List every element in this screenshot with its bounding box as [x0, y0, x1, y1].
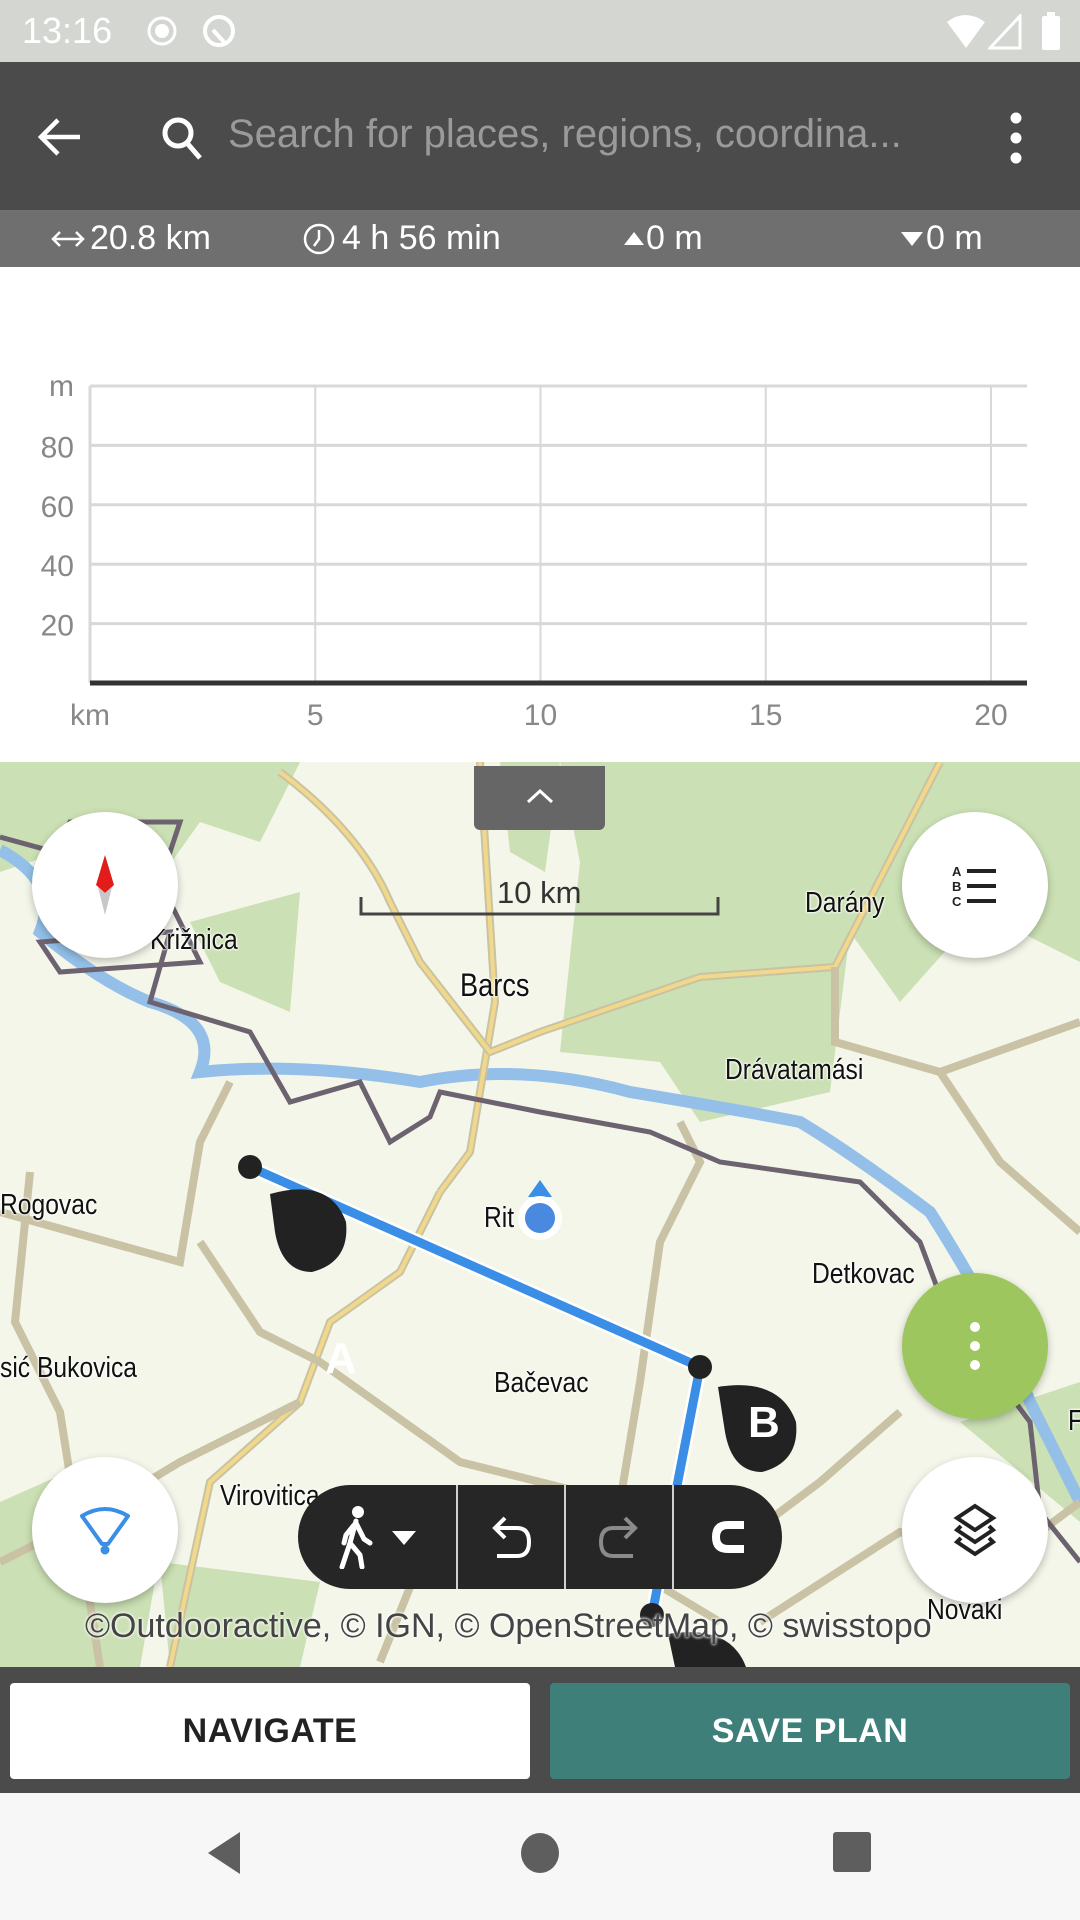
chevron-up-icon [526, 788, 554, 804]
horizontal-arrows-icon [51, 230, 85, 247]
search-input[interactable]: Search for places, regions, coordina... [228, 112, 902, 157]
ascent-value: 0 m [646, 219, 703, 257]
routing-mode-selector[interactable] [298, 1485, 458, 1589]
x-tick-label: 5 [307, 699, 324, 732]
distance-value: 20.8 km [90, 219, 211, 257]
x-axis-unit: km [70, 699, 110, 732]
route-point-b[interactable] [688, 1355, 712, 1379]
nav-recents-icon[interactable] [830, 1829, 874, 1875]
my-location-button[interactable] [32, 1457, 178, 1603]
expand-chart-handle[interactable] [474, 766, 605, 830]
place-label: Drávatamási [725, 1054, 864, 1086]
dropdown-triangle-icon [392, 1531, 416, 1545]
map-layers-button[interactable] [902, 1457, 1048, 1603]
compass-icon [96, 855, 114, 915]
system-nav-bar [0, 1793, 1080, 1920]
q-logo-icon [203, 15, 235, 47]
navigate-button[interactable]: NAVIGATE [10, 1683, 530, 1779]
cell-signal-icon [988, 14, 1022, 50]
place-label: Rogovac [0, 1189, 98, 1221]
descent-triangle-icon [901, 231, 923, 246]
compass-button[interactable] [32, 812, 178, 958]
clock-icon [303, 223, 335, 254]
current-location-dot[interactable] [525, 1203, 555, 1233]
route-stats-bar: 20.8 km 4 h 56 min 0 m 0 m [0, 210, 1080, 267]
svg-text:A: A [952, 864, 962, 879]
search-icon [162, 117, 202, 160]
record-icon [147, 16, 177, 46]
walk-mode-icon [339, 1506, 373, 1569]
place-label: Bačevac [494, 1367, 589, 1399]
descent-value: 0 m [926, 219, 983, 257]
y-axis-unit: m [49, 370, 74, 403]
route-edit-toolbar [298, 1485, 782, 1589]
route-point-a[interactable] [238, 1155, 262, 1179]
undo-button[interactable] [458, 1485, 566, 1589]
battery-icon [1042, 12, 1060, 50]
duration-stat: 4 h 56 min [302, 219, 501, 258]
y-tick-label: 60 [41, 491, 74, 524]
place-label: Rit [484, 1202, 515, 1234]
abc-list-icon: A B C [952, 864, 996, 908]
y-tick-label: 40 [41, 550, 74, 583]
more-options-fab[interactable] [902, 1273, 1048, 1419]
place-label: Barcs [460, 967, 530, 1003]
ascent-stat: 0 m [622, 219, 703, 258]
x-tick-label: 10 [524, 699, 557, 732]
redo-icon [598, 1516, 638, 1558]
svg-text:B: B [952, 879, 961, 894]
layers-icon [953, 1503, 997, 1557]
x-tick-label: 20 [974, 699, 1007, 732]
place-label: Darány [805, 887, 885, 919]
waypoint-list-button[interactable]: A B C [902, 812, 1048, 958]
nav-home-icon[interactable] [518, 1828, 562, 1878]
gps-cone-icon [80, 1507, 130, 1555]
scale-label: 10 km [497, 875, 582, 910]
elevation-chart: 20 40 60 80 m 5 10 15 20 km [0, 267, 1080, 762]
arrow-left-icon[interactable] [36, 112, 86, 162]
heading-indicator [528, 1180, 552, 1197]
status-time: 13:16 [22, 10, 113, 51]
waypoint-label-b: B [748, 1398, 780, 1447]
map-attribution: ©Outdooractive, © IGN, © OpenStreetMap, … [85, 1607, 932, 1645]
distance-stat: 20.8 km [50, 219, 211, 258]
save-plan-button[interactable]: SAVE PLAN [550, 1683, 1070, 1779]
x-tick-label: 15 [749, 699, 782, 732]
place-label: F [1068, 1405, 1080, 1438]
place-label: Virovitica [220, 1480, 320, 1512]
y-tick-label: 80 [41, 431, 74, 464]
place-label: sić Bukovica [0, 1352, 137, 1384]
snap-to-path-button[interactable] [674, 1485, 782, 1589]
elevation-chart-svg: 20 40 60 80 m 5 10 15 20 km [41, 370, 1027, 732]
magnet-snap-icon [712, 1521, 744, 1553]
waypoint-label-a: A [325, 1334, 357, 1383]
svg-text:C: C [952, 894, 962, 908]
action-bar: NAVIGATE SAVE PLAN [0, 1667, 1080, 1793]
more-vert-icon [970, 1322, 980, 1370]
duration-value: 4 h 56 min [342, 219, 501, 257]
redo-button[interactable] [566, 1485, 674, 1589]
ascent-triangle-icon [624, 231, 644, 245]
more-vert-icon[interactable] [998, 110, 1034, 166]
top-app-bar: Search for places, regions, coordina... [0, 62, 1080, 210]
status-bar: 13:16 [0, 0, 1080, 62]
nav-back-icon[interactable] [202, 1828, 246, 1878]
y-tick-label: 20 [41, 610, 74, 643]
place-label: Detkovac [812, 1258, 915, 1290]
descent-stat: 0 m [898, 219, 983, 258]
undo-icon [492, 1516, 532, 1558]
